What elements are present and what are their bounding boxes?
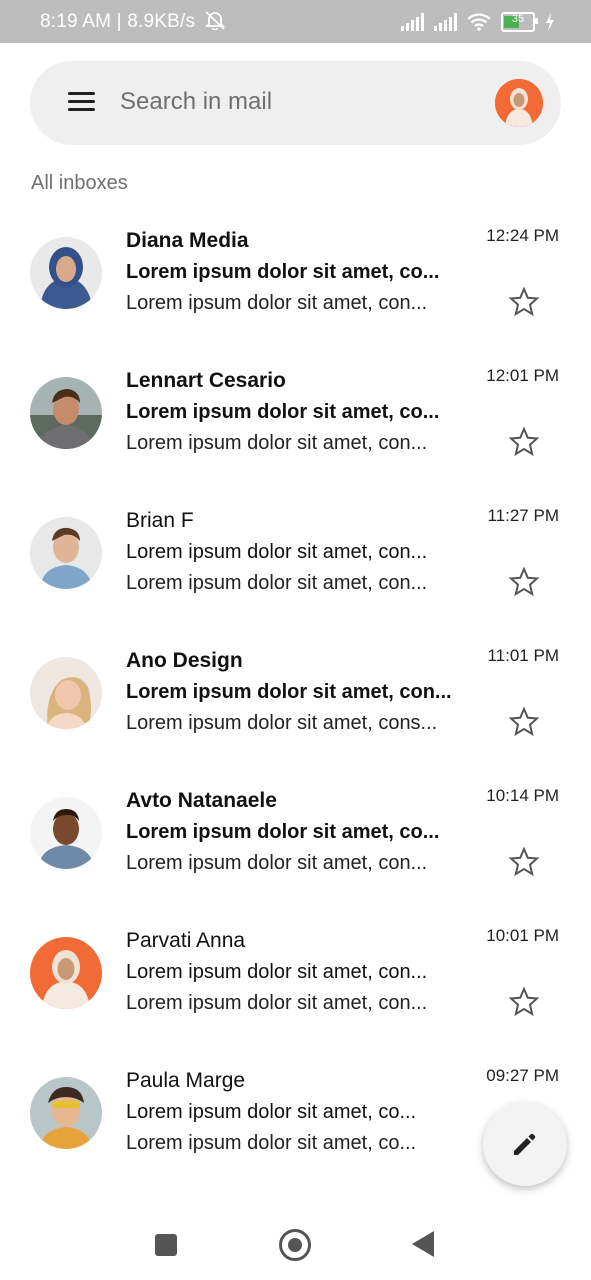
mail-preview: Lorem ipsum dolor sit amet, con... xyxy=(126,852,428,874)
compose-button[interactable] xyxy=(483,1102,567,1186)
avatar xyxy=(30,1077,102,1149)
menu-icon[interactable] xyxy=(68,92,95,112)
battery-level: 35 xyxy=(511,13,525,25)
mail-item[interactable]: Lennart Cesario Lorem ipsum dolor sit am… xyxy=(0,360,591,500)
star-icon[interactable] xyxy=(508,426,540,458)
avatar xyxy=(30,517,102,589)
star-icon[interactable] xyxy=(508,286,540,318)
mail-time: 11:01 PM xyxy=(487,646,559,665)
mail-sender: Parvati Anna xyxy=(126,929,246,952)
star-icon[interactable] xyxy=(508,566,540,598)
mail-sender: Avto Natanaele xyxy=(126,789,277,812)
mail-subject: Lorem ipsum dolor sit amet, co... xyxy=(126,401,440,423)
mail-subject: Lorem ipsum dolor sit amet, co... xyxy=(126,1101,417,1123)
mail-preview: Lorem ipsum dolor sit amet, con... xyxy=(126,992,428,1014)
mail-time: 10:14 PM xyxy=(486,786,559,805)
mail-sender: Ano Design xyxy=(126,649,243,672)
mail-time: 10:01 PM xyxy=(486,926,559,945)
star-icon[interactable] xyxy=(508,986,540,1018)
mail-item[interactable]: Ano Design Lorem ipsum dolor sit amet, c… xyxy=(0,640,591,780)
mail-subject: Lorem ipsum dolor sit amet, con... xyxy=(126,681,452,703)
avatar xyxy=(30,237,102,309)
mail-subject: Lorem ipsum dolor sit amet, co... xyxy=(126,261,440,283)
mail-subject: Lorem ipsum dolor sit amet, co... xyxy=(126,821,440,843)
status-time-speed: 8:19 AM | 8.9KB/s xyxy=(40,11,196,32)
recents-button[interactable] xyxy=(155,1234,177,1256)
signal-icon xyxy=(434,13,457,31)
search-input[interactable]: Search in mail xyxy=(120,88,272,116)
status-text: 8:19 AM | 8.9KB/s xyxy=(40,10,227,33)
mail-time: 09:27 PM xyxy=(486,1066,559,1085)
mute-icon xyxy=(204,11,225,31)
navigation-bar xyxy=(0,1206,591,1280)
search-bar[interactable]: Search in mail xyxy=(30,61,561,145)
mail-time: 12:01 PM xyxy=(486,366,559,385)
mail-preview: Lorem ipsum dolor sit amet, con... xyxy=(126,572,428,594)
wifi-icon xyxy=(467,13,491,31)
mail-time: 11:27 PM xyxy=(487,506,559,525)
section-label: All inboxes xyxy=(31,172,128,194)
mail-item[interactable]: Diana Media Lorem ipsum dolor sit amet, … xyxy=(0,220,591,360)
avatar xyxy=(30,937,102,1009)
mail-subject: Lorem ipsum dolor sit amet, con... xyxy=(126,961,428,983)
mail-sender: Paula Marge xyxy=(126,1069,246,1092)
status-bar: 8:19 AM | 8.9KB/s 35 xyxy=(0,0,591,43)
star-icon[interactable] xyxy=(508,846,540,878)
home-button[interactable] xyxy=(279,1229,311,1261)
battery-icon: 35 xyxy=(501,12,538,32)
mail-sender: Brian F xyxy=(126,509,194,532)
charging-icon xyxy=(546,13,554,31)
mail-item[interactable]: Avto Natanaele Lorem ipsum dolor sit ame… xyxy=(0,780,591,920)
mail-preview: Lorem ipsum dolor sit amet, cons... xyxy=(126,712,438,734)
mail-sender: Diana Media xyxy=(126,229,249,252)
mail-preview: Lorem ipsum dolor sit amet, con... xyxy=(126,432,428,454)
signal-icon xyxy=(401,13,424,31)
mail-time: 12:24 PM xyxy=(486,226,559,245)
avatar[interactable] xyxy=(495,79,543,127)
mail-item[interactable]: Brian F Lorem ipsum dolor sit amet, con.… xyxy=(0,500,591,640)
mail-preview: Lorem ipsum dolor sit amet, con... xyxy=(126,292,428,314)
mail-preview: Lorem ipsum dolor sit amet, co... xyxy=(126,1132,417,1154)
avatar xyxy=(30,377,102,449)
mail-item[interactable]: Parvati Anna Lorem ipsum dolor sit amet,… xyxy=(0,920,591,1060)
back-button[interactable] xyxy=(412,1231,434,1257)
avatar xyxy=(30,657,102,729)
edit-icon xyxy=(514,1133,536,1155)
mail-subject: Lorem ipsum dolor sit amet, con... xyxy=(126,541,428,563)
star-icon[interactable] xyxy=(508,706,540,738)
mail-sender: Lennart Cesario xyxy=(126,369,286,392)
avatar xyxy=(30,797,102,869)
